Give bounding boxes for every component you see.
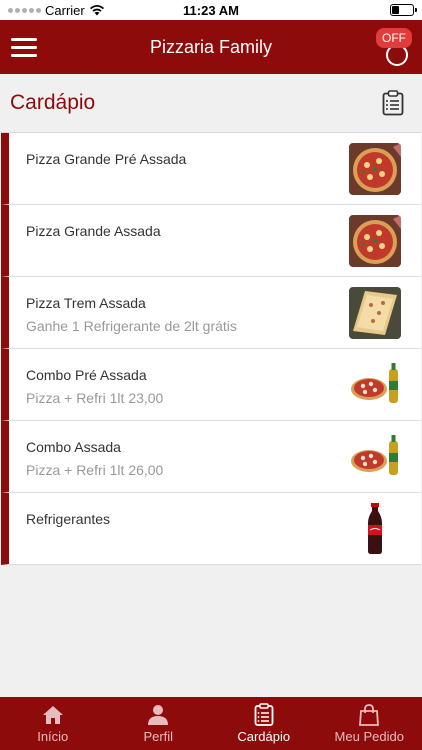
menu-item[interactable]: Refrigerantes — [1, 493, 421, 565]
store-status-button[interactable]: OFF — [372, 28, 412, 66]
menu-item[interactable]: Pizza Grande Pré Assada — [1, 133, 421, 205]
menu-item-name: Combo Assada — [26, 439, 121, 455]
menu-item-description: Pizza + Refri 1lt 23,00 — [26, 390, 164, 406]
menu-item[interactable]: Pizza Trem Assada Ganhe 1 Refrigerante d… — [1, 277, 421, 349]
menu-item-name: Pizza Grande Pré Assada — [26, 151, 187, 167]
menu-item-description: Pizza + Refri 1lt 26,00 — [26, 462, 164, 478]
hamburger-menu-icon[interactable] — [11, 37, 37, 57]
long-pizza-photo-icon — [349, 286, 401, 339]
pizza-photo-icon — [349, 142, 401, 195]
person-icon — [146, 704, 170, 726]
menu-item-name: Pizza Trem Assada — [26, 295, 146, 311]
pizza-and-soda-icon — [349, 431, 401, 483]
menu-item[interactable]: Combo Assada Pizza + Refri 1lt 26,00 — [1, 421, 421, 493]
carrier-label: Carrier — [45, 2, 85, 18]
menu-item-name: Refrigerantes — [26, 511, 111, 527]
cola-bottle-icon — [349, 502, 401, 555]
menu-list: Pizza Grande Pré Assada Pizza Grande Ass… — [1, 132, 421, 565]
pizza-and-soda-icon — [349, 359, 401, 411]
menu-item[interactable]: Combo Pré Assada Pizza + Refri 1lt 23,00 — [1, 349, 421, 421]
menu-item-description: Ganhe 1 Refrigerante de 2lt grátis — [26, 318, 237, 334]
tab-label: Início — [37, 728, 69, 744]
app-title: Pizzaria Family — [149, 36, 273, 57]
status-bar: Carrier 11:23 AM — [0, 0, 422, 20]
battery-icon — [389, 4, 417, 16]
bottom-tabbar: Início Perfil Cardápio Meu Pedido — [0, 697, 422, 750]
shopping-bag-icon — [357, 703, 381, 726]
store-status-badge: OFF — [376, 28, 412, 48]
menu-item-name: Combo Pré Assada — [26, 367, 147, 383]
tab-label: Cardápio — [237, 728, 291, 744]
clipboard-icon — [252, 703, 276, 726]
page-header: Cardápio — [0, 74, 422, 132]
home-icon — [41, 704, 65, 726]
pizza-photo-icon — [349, 214, 401, 267]
tab-cardapio[interactable]: Cardápio — [211, 697, 317, 750]
page-title: Cardápio — [10, 91, 96, 114]
clipboard-icon[interactable] — [376, 86, 410, 120]
tab-label: Perfil — [143, 728, 174, 744]
menu-item-name: Pizza Grande Assada — [26, 223, 161, 239]
wifi-icon — [89, 5, 104, 16]
tab-label: Meu Pedido — [334, 728, 404, 744]
tab-meu-pedido[interactable]: Meu Pedido — [317, 697, 422, 750]
tab-inicio[interactable]: Início — [0, 697, 106, 750]
tab-perfil[interactable]: Perfil — [106, 697, 212, 750]
status-time: 11:23 AM — [183, 2, 239, 18]
signal-icon — [8, 7, 41, 13]
menu-item[interactable]: Pizza Grande Assada — [1, 205, 421, 277]
top-navbar: Pizzaria Family OFF — [0, 20, 422, 74]
